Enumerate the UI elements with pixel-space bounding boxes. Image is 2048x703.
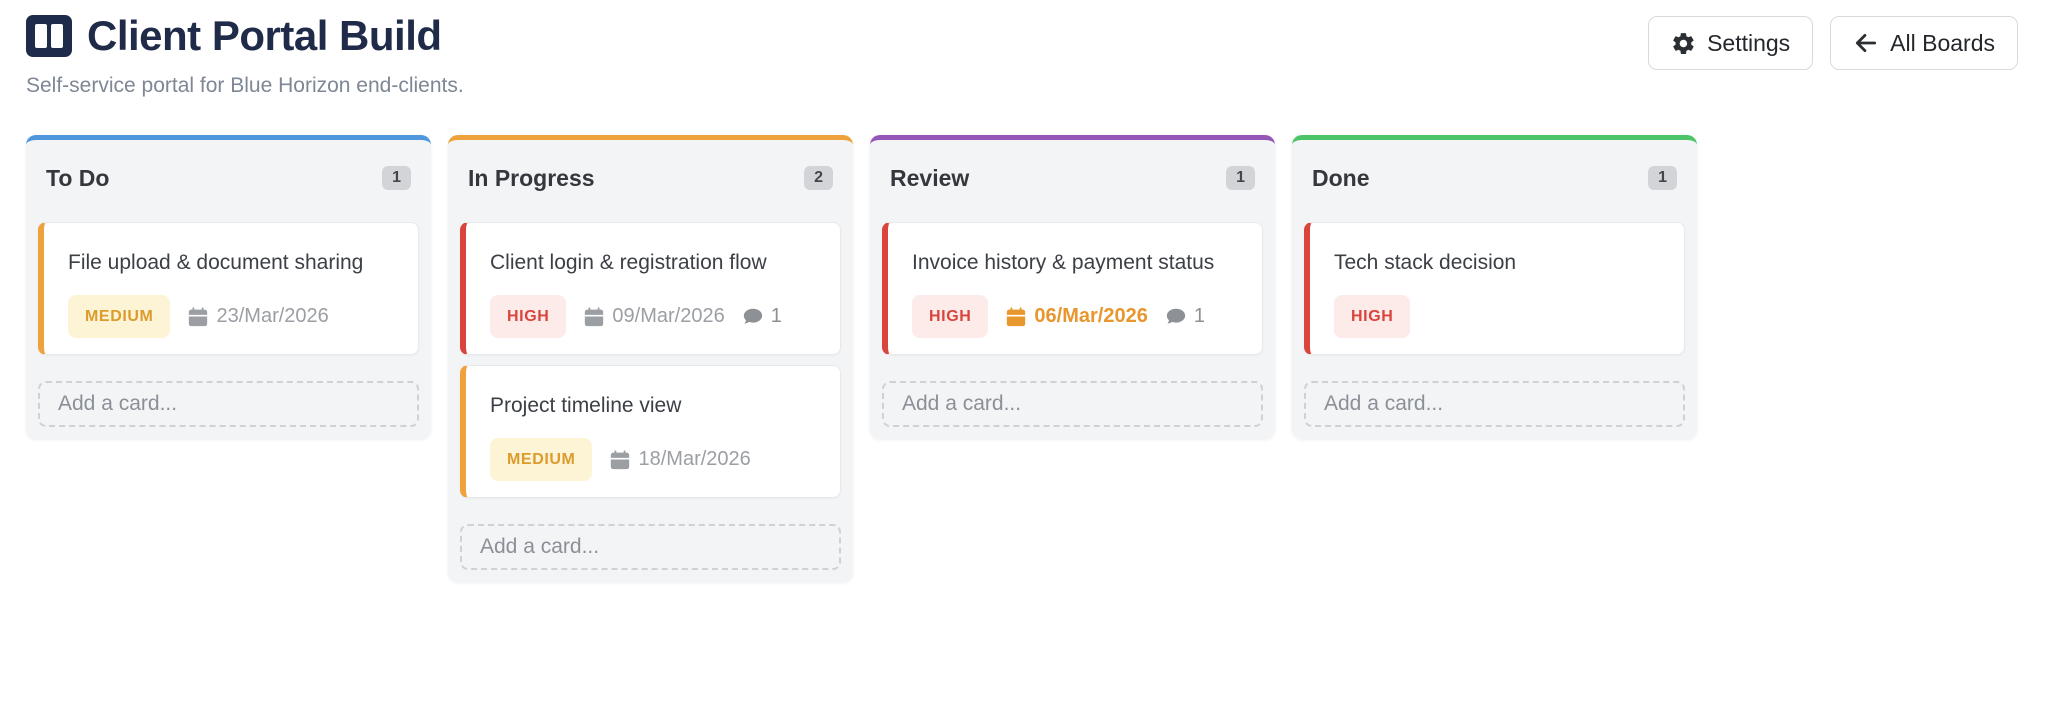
board-subtitle: Self-service portal for Blue Horizon end… (26, 74, 464, 97)
all-boards-button-label: All Boards (1890, 29, 1995, 56)
calendar-icon (585, 306, 604, 326)
kanban-board: To Do 1 File upload & document sharing M… (26, 135, 2018, 582)
board-header-left: Client Portal Build Self-service portal … (26, 14, 464, 97)
column-cards: Client login & registration flow HIGH 09… (448, 222, 853, 498)
kanban-card[interactable]: Project timeline view MEDIUM 18/Mar/2026 (460, 365, 841, 498)
card-title: Client login & registration flow (490, 251, 767, 274)
column-title: Done (1312, 165, 1370, 191)
comment-icon (743, 308, 762, 324)
priority-badge: HIGH (912, 295, 989, 338)
card-meta: MEDIUM 18/Mar/2026 (490, 438, 822, 481)
page-title: Client Portal Build (87, 12, 442, 59)
kanban-card[interactable]: Invoice history & payment status HIGH 06… (882, 222, 1263, 355)
due-date-text: 23/Mar/2026 (216, 305, 329, 327)
card-meta: HIGH 09/Mar/2026 1 (490, 295, 822, 338)
due-date-text: 09/Mar/2026 (612, 305, 725, 327)
column-cards: Tech stack decision HIGH (1292, 222, 1697, 355)
kanban-card[interactable]: Client login & registration flow HIGH 09… (460, 222, 841, 355)
kanban-card[interactable]: File upload & document sharing MEDIUM 23… (38, 222, 419, 355)
card-title: Project timeline view (490, 394, 682, 417)
column-cards: File upload & document sharing MEDIUM 23… (26, 222, 431, 355)
priority-badge: MEDIUM (490, 438, 593, 481)
add-card-button[interactable]: Add a card... (460, 524, 841, 570)
priority-badge: HIGH (1334, 295, 1411, 338)
comment-count-text: 1 (1193, 305, 1205, 327)
column-header: Done 1 (1292, 140, 1697, 191)
comment-count: 1 (742, 305, 782, 328)
card-title: Invoice history & payment status (912, 251, 1215, 274)
column-header: Review 1 (870, 140, 1275, 191)
column-header: In Progress 2 (448, 140, 853, 191)
settings-button[interactable]: Settings (1648, 16, 1814, 70)
comment-count-text: 1 (770, 305, 782, 327)
gear-icon (1673, 32, 1694, 54)
column-title: In Progress (468, 165, 595, 191)
calendar-icon (189, 306, 208, 326)
comment-count: 1 (1165, 305, 1205, 328)
column-title: To Do (46, 165, 110, 191)
board-header: Client Portal Build Self-service portal … (26, 14, 2018, 97)
due-date: 23/Mar/2026 (187, 305, 329, 328)
kanban-card[interactable]: Tech stack decision HIGH (1304, 222, 1685, 355)
calendar-icon (611, 449, 630, 469)
due-date: 06/Mar/2026 (1005, 305, 1148, 328)
settings-button-label: Settings (1707, 29, 1791, 56)
due-date: 18/Mar/2026 (609, 448, 751, 471)
column-count-badge: 1 (1648, 166, 1677, 190)
add-card-button[interactable]: Add a card... (38, 381, 419, 427)
all-boards-button[interactable]: All Boards (1830, 16, 2018, 70)
column-cards: Invoice history & payment status HIGH 06… (870, 222, 1275, 355)
card-meta: MEDIUM 23/Mar/2026 (68, 295, 400, 338)
add-card-button[interactable]: Add a card... (1304, 381, 1685, 427)
kanban-board-icon (26, 15, 72, 57)
column-count-badge: 2 (804, 166, 833, 190)
due-date-text: 06/Mar/2026 (1034, 305, 1148, 327)
column-title: Review (890, 165, 970, 191)
card-meta: HIGH (1334, 295, 1666, 338)
due-date-text: 18/Mar/2026 (638, 448, 751, 470)
kanban-column-review: Review 1 Invoice history & payment statu… (870, 135, 1275, 439)
kanban-column-in-progress: In Progress 2 Client login & registratio… (448, 135, 853, 582)
calendar-icon (1007, 306, 1026, 326)
comment-icon (1166, 308, 1185, 324)
title-row: Client Portal Build (26, 14, 464, 58)
priority-badge: MEDIUM (68, 295, 171, 338)
add-card-button[interactable]: Add a card... (882, 381, 1263, 427)
card-title: File upload & document sharing (68, 251, 364, 274)
due-date: 09/Mar/2026 (583, 305, 725, 328)
card-title: Tech stack decision (1334, 251, 1517, 274)
header-actions: Settings All Boards (1648, 14, 2018, 70)
column-header: To Do 1 (26, 140, 431, 191)
column-count-badge: 1 (382, 166, 411, 190)
kanban-column-done: Done 1 Tech stack decision HIGH Add a ca… (1292, 135, 1697, 439)
priority-badge: HIGH (490, 295, 567, 338)
column-count-badge: 1 (1226, 166, 1255, 190)
back-arrow-icon (1856, 34, 1877, 52)
kanban-column-to-do: To Do 1 File upload & document sharing M… (26, 135, 431, 439)
card-meta: HIGH 06/Mar/2026 1 (912, 295, 1244, 338)
app-page: Client Portal Build Self-service portal … (0, 0, 2048, 582)
